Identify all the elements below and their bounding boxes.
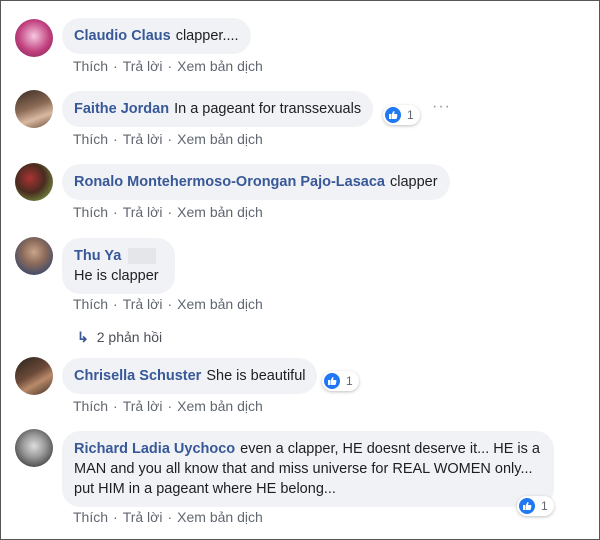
comment-actions: Thích · Trả lời · Xem bản dịch: [73, 58, 263, 74]
comment-actions: Thích · Trả lời · Xem bản dịch: [73, 398, 263, 414]
reaction-count[interactable]: 1: [322, 371, 359, 391]
avatar[interactable]: [15, 429, 53, 467]
thumbs-up-icon: [324, 373, 340, 389]
like-link[interactable]: Thích: [73, 58, 108, 74]
translate-link[interactable]: Xem bản dịch: [177, 398, 263, 414]
like-link[interactable]: Thích: [73, 204, 108, 220]
reply-arrow-icon: ↳: [77, 329, 89, 345]
thumbs-up-icon: [385, 107, 401, 123]
comment-bubble: Ronalo Montehermoso-Orongan Pajo-Lasaca c…: [62, 164, 450, 200]
redaction-block: [128, 248, 157, 265]
reply-link[interactable]: Trả lời: [123, 204, 163, 220]
comment-bubble: Thu Ya He is clapper: [62, 238, 175, 294]
translate-link[interactable]: Xem bản dịch: [177, 204, 263, 220]
comment-bubble: Claudio Claus clapper....: [62, 18, 251, 54]
reply-link[interactable]: Trả lời: [123, 58, 163, 74]
translate-link[interactable]: Xem bản dịch: [177, 131, 263, 147]
comment-author[interactable]: Claudio Claus: [74, 28, 171, 44]
comment-bubble: Richard Ladia Uychoco even a clapper, HE …: [62, 431, 554, 507]
comment-text: clapper: [390, 174, 438, 190]
like-link[interactable]: Thích: [73, 509, 108, 525]
translate-link[interactable]: Xem bản dịch: [177, 509, 263, 525]
more-options-icon[interactable]: ···: [432, 98, 451, 116]
avatar[interactable]: [15, 237, 53, 275]
view-replies-link[interactable]: ↳ 2 phản hồi: [77, 329, 162, 346]
comment-bubble: Faithe Jordan In a pageant for transsexua…: [62, 91, 374, 127]
comment-text: She is beautiful: [206, 368, 306, 384]
comment-bubble: Chrisella Schuster She is beautiful: [62, 358, 318, 394]
reply-link[interactable]: Trả lời: [123, 398, 163, 414]
comment-text: In a pageant for transsexuals: [174, 101, 362, 117]
comment-author[interactable]: Ronalo Montehermoso-Orongan Pajo-Lasaca: [74, 174, 385, 190]
comment-author[interactable]: Faithe Jordan: [74, 101, 169, 117]
reaction-count[interactable]: 1: [383, 105, 420, 125]
comment-actions: Thích · Trả lời · Xem bản dịch: [73, 131, 263, 147]
reply-link[interactable]: Trả lời: [123, 296, 163, 312]
comment-actions: Thích · Trả lời · Xem bản dịch: [73, 509, 263, 525]
like-link[interactable]: Thích: [73, 296, 108, 312]
comment-author[interactable]: Thu Ya: [74, 248, 121, 264]
comment-text: He is clapper: [74, 268, 159, 284]
avatar[interactable]: [15, 357, 53, 395]
reply-link[interactable]: Trả lời: [123, 131, 163, 147]
avatar[interactable]: [15, 90, 53, 128]
thumbs-up-icon: [519, 498, 535, 514]
avatar[interactable]: [15, 163, 53, 201]
like-link[interactable]: Thích: [73, 398, 108, 414]
like-link[interactable]: Thích: [73, 131, 108, 147]
comment-actions: Thích · Trả lời · Xem bản dịch: [73, 204, 263, 220]
avatar[interactable]: [15, 19, 53, 57]
reaction-count[interactable]: 1: [517, 496, 554, 516]
comment-author[interactable]: Richard Ladia Uychoco: [74, 441, 235, 457]
translate-link[interactable]: Xem bản dịch: [177, 296, 263, 312]
comment-author[interactable]: Chrisella Schuster: [74, 368, 201, 384]
comment-text: clapper....: [175, 28, 239, 44]
reply-link[interactable]: Trả lời: [123, 509, 163, 525]
translate-link[interactable]: Xem bản dịch: [177, 58, 263, 74]
comment-actions: Thích · Trả lời · Xem bản dịch: [73, 296, 263, 312]
